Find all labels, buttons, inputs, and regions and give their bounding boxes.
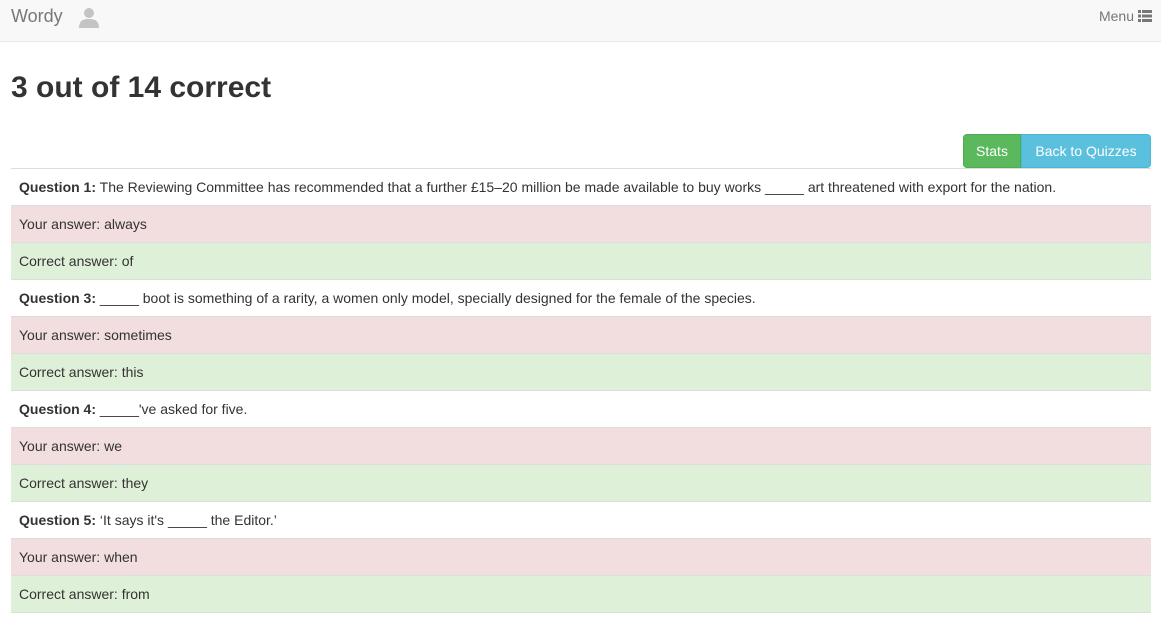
menu-toggle[interactable]: Menu: [1099, 8, 1152, 24]
correct-answer-row: Correct answer: of: [11, 243, 1151, 280]
correct-answer-row: Correct answer: they: [11, 465, 1151, 502]
question-text: _____'ve asked for five.: [99, 401, 248, 417]
user-icon[interactable]: [78, 6, 100, 28]
your-answer-row: Your answer: when: [11, 539, 1151, 576]
results-table: Question 1: The Reviewing Committee has …: [11, 168, 1151, 613]
correct-answer-row: Correct answer: this: [11, 354, 1151, 391]
question-row: Question 4: _____'ve asked for five.: [11, 391, 1151, 428]
question-label: Question 5: [19, 512, 92, 528]
stats-button[interactable]: Stats: [963, 134, 1021, 168]
question-label: Question 4: [19, 401, 92, 417]
question-text: ‘It says it's _____ the Editor.’: [99, 512, 277, 528]
your-answer-row: Your answer: sometimes: [11, 317, 1151, 354]
question-row: Question 3: _____ boot is something of a…: [11, 280, 1151, 317]
correct-answer-row: Correct answer: from: [11, 576, 1151, 613]
question-text: _____ boot is something of a rarity, a w…: [99, 290, 756, 306]
menu-label: Menu: [1098, 8, 1134, 24]
question-label: Question 1: [19, 179, 92, 195]
question-label: Question 3: [19, 290, 92, 306]
brand-link[interactable]: Wordy: [11, 6, 63, 26]
page-title: 3 out of 14 correct: [11, 71, 272, 104]
question-row: Question 1: The Reviewing Committee has …: [11, 169, 1151, 206]
action-buttons: Stats Back to Quizzes: [963, 134, 1151, 168]
your-answer-row: Your answer: we: [11, 428, 1151, 465]
list-icon: [1138, 10, 1152, 22]
question-text: The Reviewing Committee has recommended …: [99, 179, 1057, 195]
your-answer-row: Your answer: always: [11, 206, 1151, 243]
navbar: Wordy Menu: [0, 0, 1161, 42]
question-row: Question 5: ‘It says it's _____ the Edit…: [11, 502, 1151, 539]
back-to-quizzes-button[interactable]: Back to Quizzes: [1021, 134, 1151, 168]
